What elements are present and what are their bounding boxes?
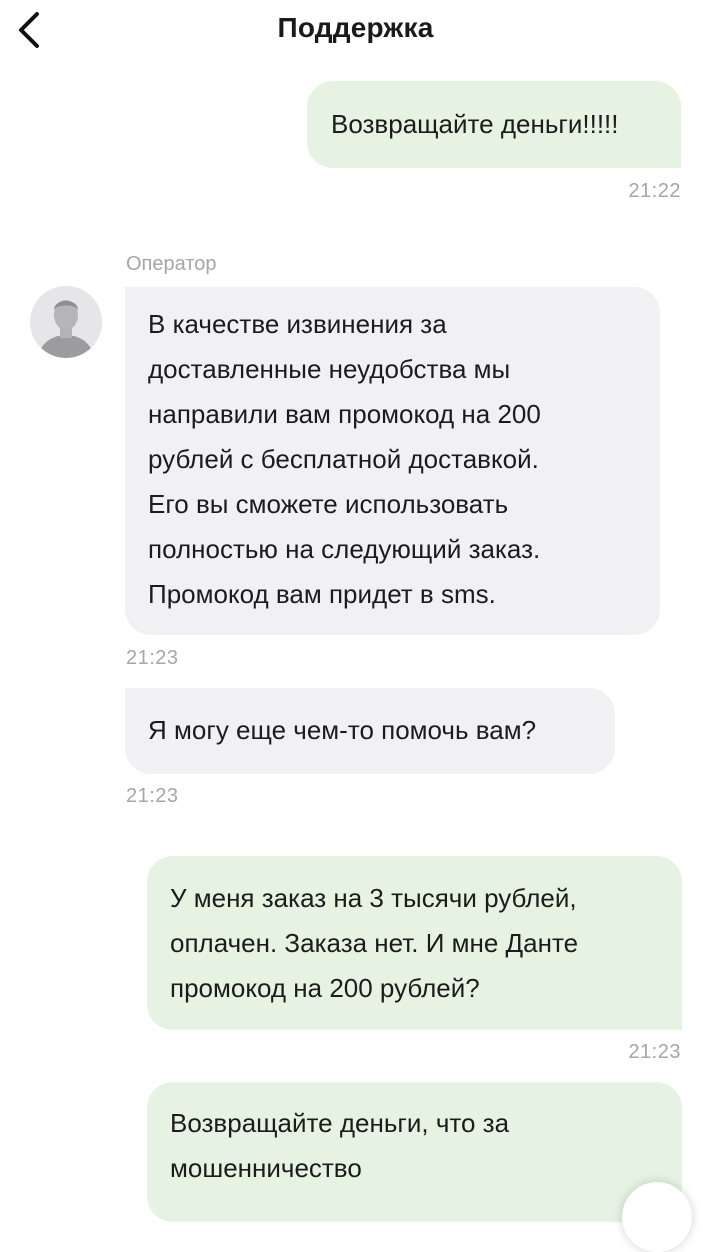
message-bubble-outgoing[interactable]: У меня заказ на 3 тысячи рублей, оплачен… [147, 856, 682, 1030]
scroll-down-button[interactable] [622, 1182, 692, 1252]
message-timestamp: 21:23 [126, 647, 179, 669]
message-bubble-incoming[interactable]: В качестве извинения за доставленные неу… [125, 287, 660, 635]
message-bubble-outgoing[interactable]: Возвращайте деньги!!!!! [307, 81, 681, 168]
message-bubble-incoming[interactable]: Я могу еще чем-то помочь вам? [125, 688, 615, 774]
sender-name: Оператор [126, 253, 217, 275]
message-timestamp: 21:23 [126, 785, 179, 807]
header-bar: Поддержка [0, 0, 711, 64]
message-timestamp: 21:23 [628, 1041, 681, 1063]
message-timestamp: 21:22 [628, 180, 681, 202]
page-title: Поддержка [277, 12, 434, 43]
message-bubble-outgoing[interactable]: Возвращайте деньги, что за мошенничество [147, 1082, 682, 1222]
person-placeholder-icon [30, 286, 102, 358]
operator-avatar [30, 286, 102, 358]
